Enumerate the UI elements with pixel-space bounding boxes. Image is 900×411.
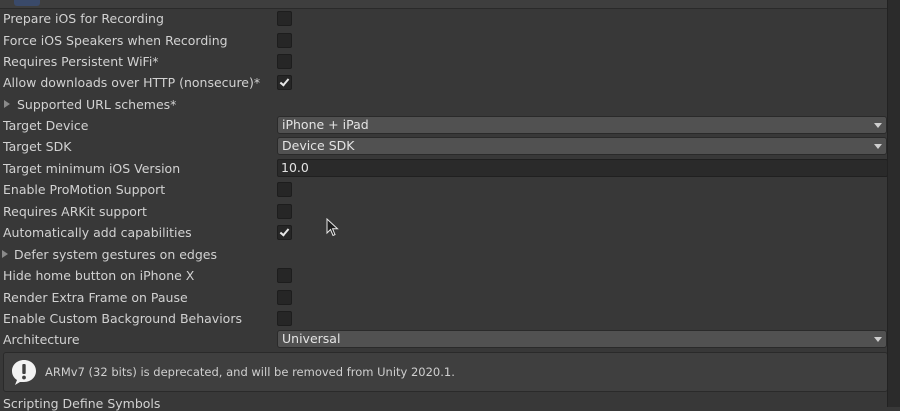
- target-min-ios-label: Target minimum iOS Version: [3, 161, 181, 176]
- row-target-min-ios: Target minimum iOS Version 10.0: [0, 158, 888, 179]
- row-architecture: Architecture Universal: [0, 329, 888, 350]
- chevron-down-icon: [874, 337, 882, 342]
- mouse-cursor-icon: [326, 218, 339, 237]
- force-ios-speakers-checkbox[interactable]: [277, 33, 292, 48]
- row-force-ios-speakers: Force iOS Speakers when Recording: [0, 30, 888, 51]
- foldout-supported-url-schemes[interactable]: Supported URL schemes*: [0, 94, 888, 115]
- row-requires-arkit: Requires ARKit support: [0, 201, 888, 222]
- row-requires-persistent-wifi: Requires Persistent WiFi*: [0, 51, 888, 72]
- target-sdk-dropdown[interactable]: Device SDK: [277, 137, 887, 155]
- row-target-sdk: Target SDK Device SDK: [0, 136, 888, 157]
- exclamation-icon: [12, 360, 36, 385]
- requires-persistent-wifi-checkbox[interactable]: [277, 54, 292, 69]
- scrollbar-track[interactable]: [887, 0, 900, 407]
- tab-stub: [14, 0, 40, 6]
- target-min-ios-field[interactable]: 10.0: [277, 159, 888, 177]
- chevron-down-icon: [874, 144, 882, 149]
- render-extra-frame-label: Render Extra Frame on Pause: [3, 290, 188, 305]
- row-auto-add-capabilities: Automatically add capabilities: [0, 222, 888, 243]
- target-device-value: iPhone + iPad: [282, 117, 369, 132]
- target-sdk-label: Target SDK: [3, 139, 72, 154]
- target-device-label: Target Device: [3, 118, 89, 133]
- row-render-extra-frame: Render Extra Frame on Pause: [0, 287, 888, 308]
- force-ios-speakers-label: Force iOS Speakers when Recording: [3, 33, 228, 48]
- architecture-dropdown[interactable]: Universal: [277, 330, 887, 348]
- enable-promotion-label: Enable ProMotion Support: [3, 182, 166, 197]
- defer-gestures-label: Defer system gestures on edges: [14, 247, 217, 262]
- render-extra-frame-checkbox[interactable]: [277, 290, 292, 305]
- warning-message: ARMv7 (32 bits) is deprecated, and will …: [45, 365, 455, 379]
- row-custom-background: Enable Custom Background Behaviors: [0, 308, 888, 329]
- target-min-ios-value: 10.0: [281, 160, 309, 175]
- auto-add-capabilities-checkbox[interactable]: [277, 225, 292, 240]
- requires-persistent-wifi-label: Requires Persistent WiFi*: [3, 54, 159, 69]
- allow-http-downloads-checkbox[interactable]: [277, 75, 292, 90]
- supported-url-schemes-label: Supported URL schemes*: [17, 97, 177, 112]
- prepare-ios-recording-checkbox[interactable]: [277, 11, 292, 26]
- architecture-value: Universal: [282, 331, 341, 346]
- row-enable-promotion: Enable ProMotion Support: [0, 179, 888, 200]
- target-sdk-value: Device SDK: [282, 138, 355, 153]
- foldout-arrow-icon[interactable]: [2, 250, 8, 258]
- allow-http-downloads-label: Allow downloads over HTTP (nonsecure)*: [3, 75, 261, 90]
- row-hide-home-button: Hide home button on iPhone X: [0, 265, 888, 286]
- architecture-label: Architecture: [3, 332, 80, 347]
- foldout-defer-gestures[interactable]: Defer system gestures on edges: [0, 244, 888, 265]
- row-prepare-ios-recording: Prepare iOS for Recording: [0, 8, 888, 29]
- requires-arkit-checkbox[interactable]: [277, 204, 292, 219]
- prepare-ios-recording-label: Prepare iOS for Recording: [3, 11, 164, 26]
- hide-home-button-label: Hide home button on iPhone X: [3, 268, 195, 283]
- deprecation-warning-box: ARMv7 (32 bits) is deprecated, and will …: [3, 352, 888, 392]
- target-device-dropdown[interactable]: iPhone + iPad: [277, 116, 887, 134]
- row-allow-http-downloads: Allow downloads over HTTP (nonsecure)*: [0, 72, 888, 93]
- chevron-down-icon: [874, 123, 882, 128]
- row-target-device: Target Device iPhone + iPad: [0, 115, 888, 136]
- foldout-arrow-icon[interactable]: [4, 100, 10, 108]
- custom-background-label: Enable Custom Background Behaviors: [3, 311, 242, 326]
- requires-arkit-label: Requires ARKit support: [3, 204, 147, 219]
- enable-promotion-checkbox[interactable]: [277, 182, 292, 197]
- auto-add-capabilities-label: Automatically add capabilities: [3, 225, 192, 240]
- scripting-define-symbols-label: Scripting Define Symbols: [3, 396, 161, 411]
- custom-background-checkbox[interactable]: [277, 311, 292, 326]
- hide-home-button-checkbox[interactable]: [277, 268, 292, 283]
